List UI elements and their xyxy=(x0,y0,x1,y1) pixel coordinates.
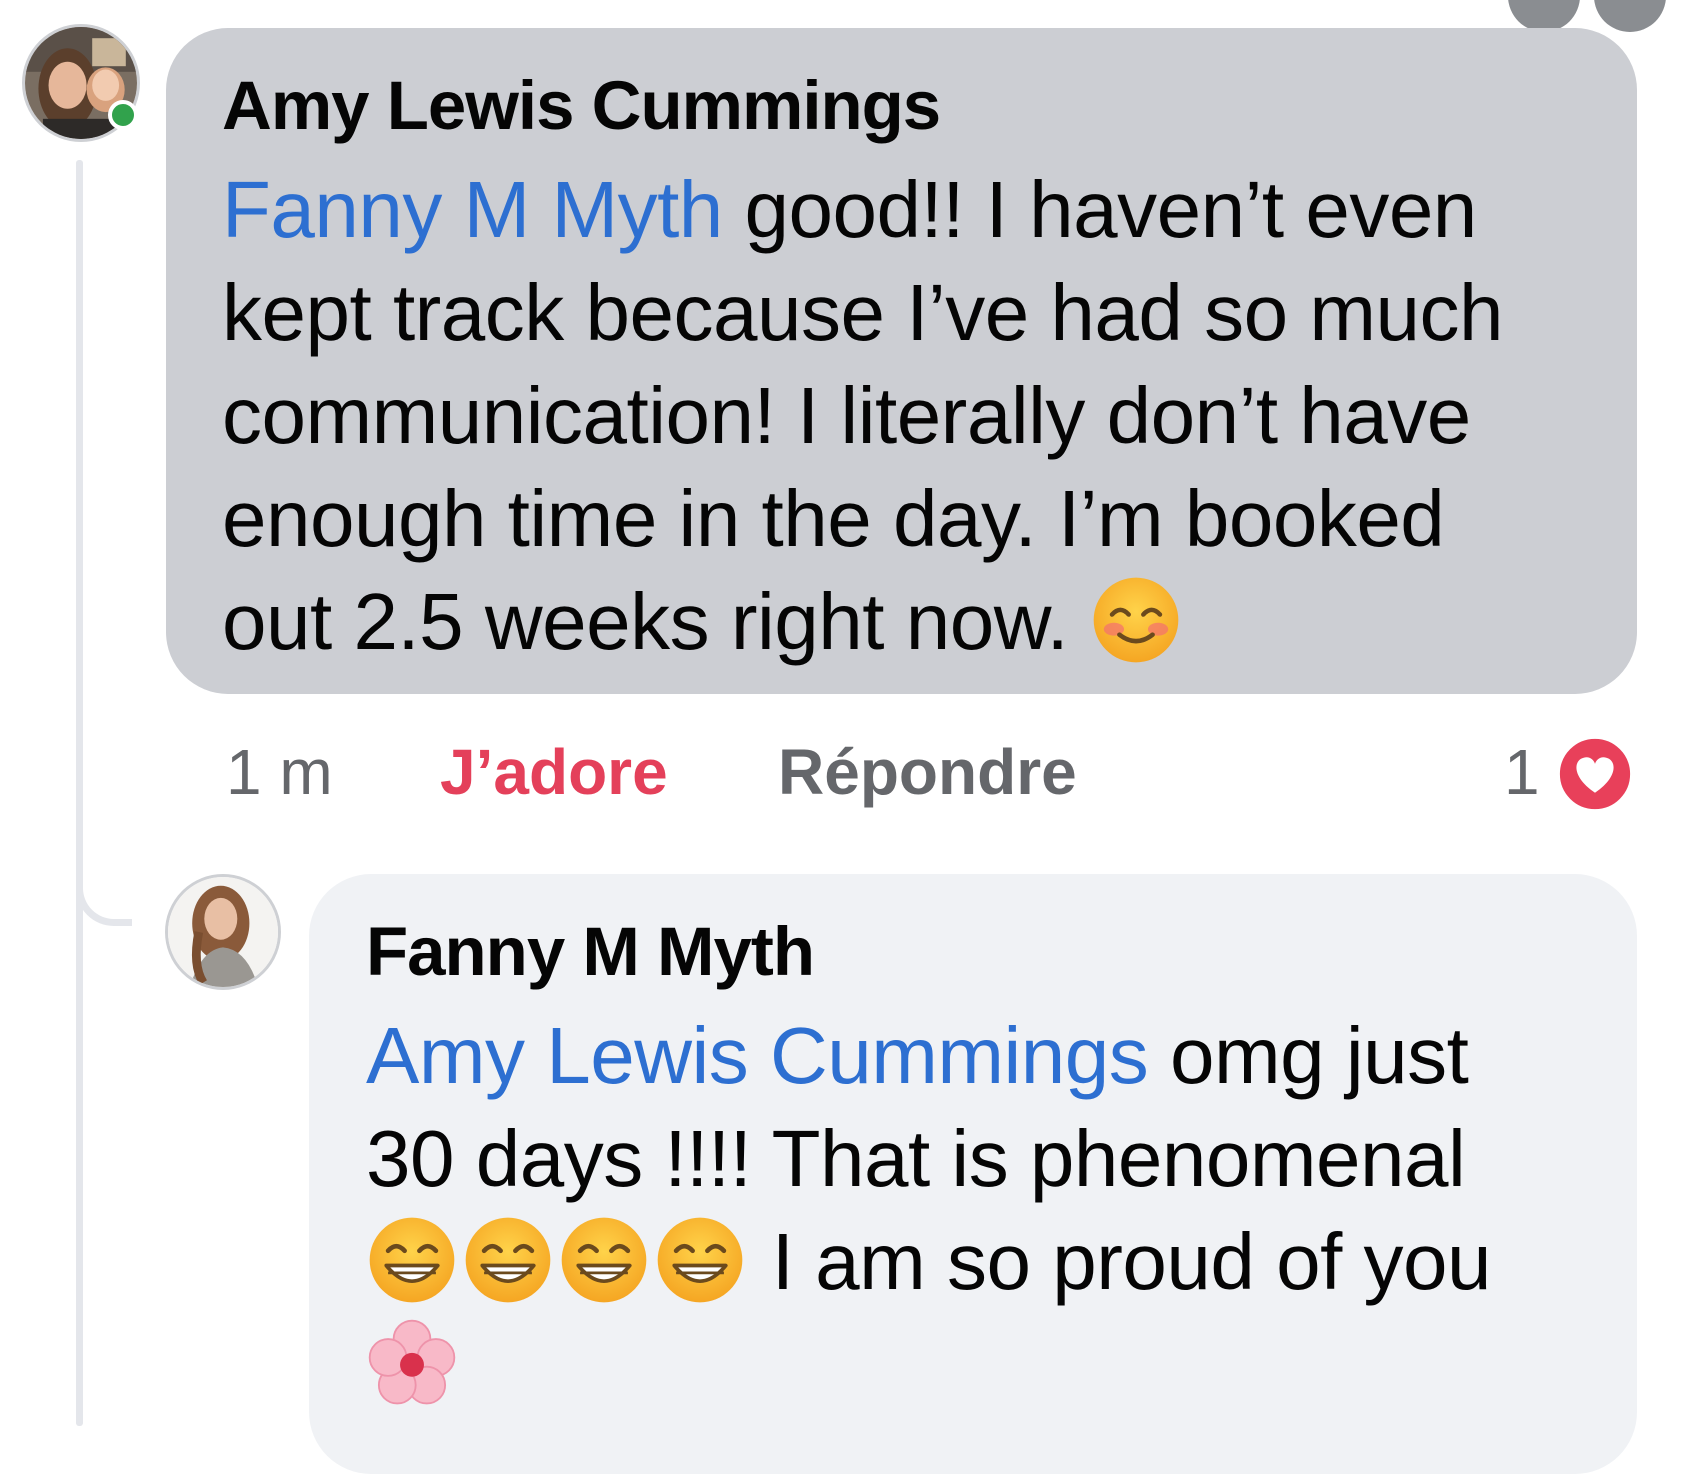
reply-bubble[interactable]: Fanny M Myth Amy Lewis Cummings omg just… xyxy=(309,874,1637,1474)
smiling-face-with-smiling-eyes-icon xyxy=(1090,574,1182,666)
grinning-face-icon xyxy=(654,1214,746,1306)
avatar-fanny[interactable] xyxy=(165,874,281,990)
thread-line xyxy=(76,160,83,1426)
reply-text: Amy Lewis Cummings omg just 30 days !!!!… xyxy=(366,1004,1597,1416)
love-button[interactable]: J’adore xyxy=(440,735,668,809)
heart-icon[interactable] xyxy=(1556,735,1634,813)
avatar-photo xyxy=(168,877,278,987)
reply-button[interactable]: Répondre xyxy=(778,735,1077,809)
comment-author[interactable]: Amy Lewis Cummings xyxy=(222,66,1597,146)
thread-connector xyxy=(76,830,132,926)
online-status-icon xyxy=(108,100,138,130)
reply-text-line: I am so proud of you xyxy=(750,1217,1492,1306)
mention-link[interactable]: Fanny M Myth xyxy=(222,165,723,254)
top-action-icon[interactable] xyxy=(1594,0,1666,32)
comment-text-line: communication! I literally don’t have xyxy=(222,371,1471,460)
reply-text-line: 30 days !!!! That is phenomenal xyxy=(366,1114,1466,1203)
comment-text: Fanny M Myth good!! I haven’t even kept … xyxy=(222,158,1597,673)
comment-actions: 1 m J’adore Répondre 1 xyxy=(226,735,1646,815)
cherry-blossom-icon xyxy=(366,1317,458,1409)
reply-author[interactable]: Fanny M Myth xyxy=(366,912,1597,992)
reply-text-line: omg just xyxy=(1148,1011,1469,1100)
comment-bubble[interactable]: Amy Lewis Cummings Fanny M Myth good!! I… xyxy=(166,28,1637,694)
comment-text-line: kept track because I’ve had so much xyxy=(222,268,1503,357)
comment-text-line: enough time in the day. I’m booked xyxy=(222,474,1445,563)
grinning-face-icon xyxy=(366,1214,458,1306)
mention-link[interactable]: Amy Lewis Cummings xyxy=(366,1011,1149,1100)
grinning-face-icon xyxy=(462,1214,554,1306)
comment-time[interactable]: 1 m xyxy=(226,735,333,809)
grinning-face-icon xyxy=(558,1214,650,1306)
comment-text-line: good!! I haven’t even xyxy=(722,165,1478,254)
comment-text-line: out 2.5 weeks right now. xyxy=(222,577,1091,666)
reaction-count[interactable]: 1 xyxy=(1504,735,1540,809)
